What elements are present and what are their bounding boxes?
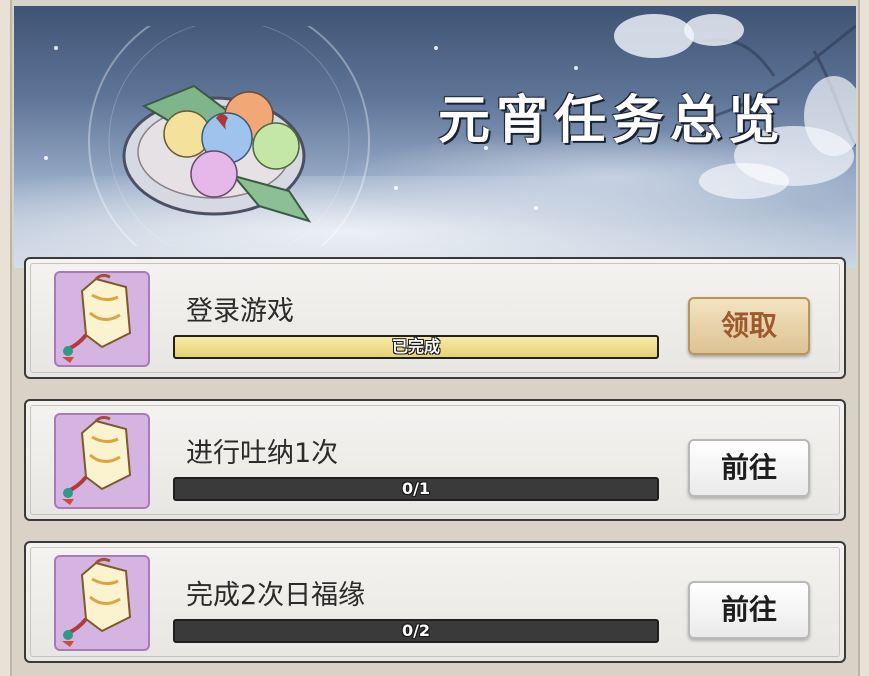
reward-icon-slot[interactable] (54, 555, 150, 651)
task-progress-bar: 0/2 (173, 619, 659, 643)
lantern-reward-icon (62, 273, 132, 363)
go-button[interactable]: 前往 (688, 581, 810, 639)
snowflake (54, 46, 58, 50)
task-progress-bar: 已完成 (173, 335, 659, 359)
task-name: 登录游戏 (186, 296, 294, 327)
go-button[interactable]: 前往 (688, 439, 810, 497)
task-progress-bar: 0/1 (173, 477, 659, 501)
task-name: 完成2次日福缘 (186, 580, 366, 611)
task-row-login: 登录游戏 已完成 领取 (24, 257, 846, 379)
snowflake (44, 156, 48, 160)
tangyuan-plate-icon (84, 6, 384, 268)
task-row-breathing: 进行吐纳1次 0/1 前往 (24, 399, 846, 521)
lantern-reward-icon (62, 415, 132, 505)
snowflake (394, 186, 398, 190)
page-title: 元宵任务总览 (437, 90, 786, 151)
snowflake (574, 66, 578, 70)
progress-text: 0/2 (401, 621, 431, 640)
snowflake (434, 46, 438, 50)
task-row-fortune: 完成2次日福缘 0/2 前往 (24, 541, 846, 663)
claim-button[interactable]: 领取 (688, 297, 810, 355)
lantern-reward-icon (62, 557, 132, 647)
header-banner: 元宵任务总览 (14, 6, 856, 268)
progress-text: 已完成 (391, 337, 440, 356)
task-name: 进行吐纳1次 (186, 438, 339, 469)
progress-text: 0/1 (401, 479, 431, 498)
reward-icon-slot[interactable] (54, 271, 150, 367)
snowflake (534, 206, 538, 210)
reward-icon-slot[interactable] (54, 413, 150, 509)
